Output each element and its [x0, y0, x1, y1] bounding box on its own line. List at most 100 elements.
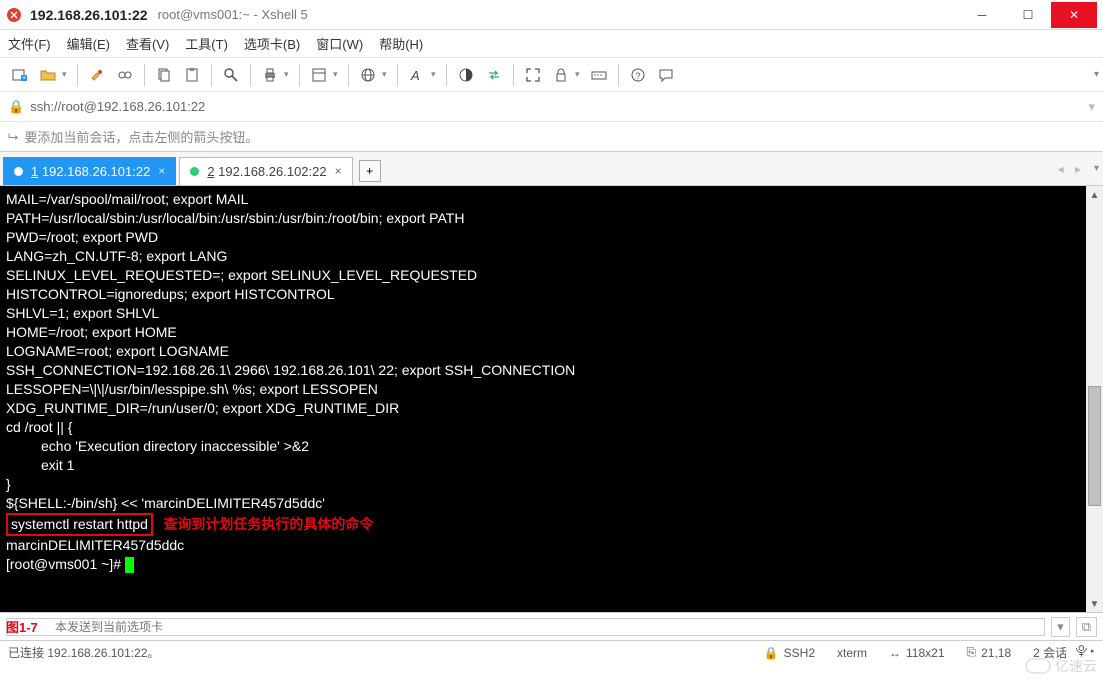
- svg-text:A: A: [410, 68, 420, 83]
- status-connected: 已连接 192.168.26.101:22。: [8, 644, 159, 661]
- terminal-line: MAIL=/var/spool/mail/root; export MAIL: [6, 190, 1097, 209]
- status-size: ↔ 118x21: [889, 646, 944, 660]
- fullscreen-icon[interactable]: [521, 63, 545, 87]
- ssh-lock-icon: 🔒: [8, 99, 24, 115]
- font-icon[interactable]: A: [405, 63, 429, 87]
- cloud-icon: [1025, 658, 1051, 674]
- paste-icon[interactable]: [180, 63, 204, 87]
- window-title: root@vms001:~ - Xshell 5: [158, 7, 308, 22]
- lock-dropdown-icon[interactable]: ▾: [575, 69, 583, 80]
- globe-icon[interactable]: [356, 63, 380, 87]
- status-bar: 已连接 192.168.26.101:22。 🔒SSH2 xterm ↔ 118…: [0, 640, 1103, 664]
- scroll-down-icon[interactable]: ▼: [1086, 595, 1103, 612]
- open-icon[interactable]: [36, 63, 60, 87]
- menu-bar: 文件(F) 编辑(E) 查看(V) 工具(T) 选项卡(B) 窗口(W) 帮助(…: [0, 30, 1103, 58]
- terminal-output[interactable]: MAIL=/var/spool/mail/root; export MAILPA…: [0, 186, 1103, 612]
- tab-status-dot: [14, 167, 23, 176]
- toolbar-overflow-icon[interactable]: ▾: [1094, 69, 1099, 80]
- figure-label: 图1-7: [6, 617, 38, 636]
- app-icon: [6, 7, 22, 23]
- ssh-icon: 🔒: [764, 646, 779, 660]
- search-icon[interactable]: [219, 63, 243, 87]
- toolbar: + ▾ ▾ ▾ ▾ A ▾ ▾ ? ▾: [0, 58, 1103, 92]
- menu-view[interactable]: 查看(V): [126, 34, 169, 53]
- terminal-line: SHLVL=1; export SHLVL: [6, 304, 1097, 323]
- terminal-line: }: [6, 475, 1097, 494]
- hint-bar: ⮡ 要添加当前会话，点击左侧的箭头按钮。: [0, 122, 1103, 152]
- tab-index: 2: [207, 164, 214, 179]
- menu-help[interactable]: 帮助(H): [379, 34, 423, 53]
- svg-text:?: ?: [635, 71, 640, 81]
- menu-edit[interactable]: 编辑(E): [67, 34, 110, 53]
- status-term: xterm: [837, 646, 867, 660]
- terminal-line: LESSOPEN=\|\|/usr/bin/lesspipe.sh\ %s; e…: [6, 380, 1097, 399]
- status-cursor: ⎘ 21,18: [967, 645, 1012, 660]
- tab-close-icon[interactable]: ×: [158, 164, 165, 178]
- terminal-line: SSH_CONNECTION=192.168.26.1\ 2966\ 192.1…: [6, 361, 1097, 380]
- color-icon[interactable]: [454, 63, 478, 87]
- tab-index: 1: [31, 164, 38, 179]
- lock-icon[interactable]: [549, 63, 573, 87]
- terminal-line: marcinDELIMITER457d5ddc: [6, 536, 1097, 555]
- terminal-line: ${SHELL:-/bin/sh} << 'marcinDELIMITER457…: [6, 494, 1097, 513]
- print-dropdown-icon[interactable]: ▾: [284, 69, 292, 80]
- session-tab-2[interactable]: 2 192.168.26.102:22 ×: [179, 157, 352, 185]
- menu-tabs[interactable]: 选项卡(B): [244, 34, 300, 53]
- keyboard-icon[interactable]: [587, 63, 611, 87]
- window-host: 192.168.26.101:22: [30, 7, 148, 23]
- disconnect-icon[interactable]: [113, 63, 137, 87]
- address-overflow-icon[interactable]: ▾: [1088, 99, 1095, 115]
- globe-dropdown-icon[interactable]: ▾: [382, 69, 390, 80]
- svg-text:+: +: [22, 75, 26, 82]
- menu-window[interactable]: 窗口(W): [316, 34, 363, 53]
- new-session-icon[interactable]: +: [8, 63, 32, 87]
- session-tab-1[interactable]: 1 192.168.26.101:22 ×: [3, 157, 176, 185]
- copy-icon[interactable]: [152, 63, 176, 87]
- transfer-icon[interactable]: [482, 63, 506, 87]
- tab-menu-icon[interactable]: ▾: [1094, 163, 1099, 174]
- close-button[interactable]: ✕: [1051, 2, 1097, 28]
- watermark-text: 亿速云: [1055, 656, 1097, 676]
- properties-icon[interactable]: [307, 63, 331, 87]
- terminal-line: PATH=/usr/local/sbin:/usr/local/bin:/usr…: [6, 209, 1097, 228]
- send-bar: 图1-7 ▾ ⧉: [0, 612, 1103, 640]
- hint-arrow-icon[interactable]: ⮡: [8, 129, 18, 145]
- properties-dropdown-icon[interactable]: ▾: [333, 69, 341, 80]
- status-protocol: 🔒SSH2: [764, 646, 815, 660]
- send-popout-icon[interactable]: ⧉: [1076, 617, 1097, 637]
- send-input[interactable]: [6, 618, 1045, 636]
- open-dropdown-icon[interactable]: ▾: [62, 69, 70, 80]
- terminal-line: cd /root || {: [6, 418, 1097, 437]
- connect-icon[interactable]: [85, 63, 109, 87]
- window-buttons: ─ ☐ ✕: [959, 2, 1097, 28]
- scroll-up-icon[interactable]: ▲: [1086, 186, 1103, 203]
- print-icon[interactable]: [258, 63, 282, 87]
- highlighted-command: systemctl restart httpd: [6, 513, 153, 536]
- terminal-line: HOME=/root; export HOME: [6, 323, 1097, 342]
- terminal-line: HISTCONTROL=ignoredups; export HISTCONTR…: [6, 285, 1097, 304]
- address-bar: 🔒 ssh://root@192.168.26.101:22 ▾: [0, 92, 1103, 122]
- terminal-scrollbar[interactable]: ▲ ▼: [1086, 186, 1103, 612]
- watermark: 亿速云: [1025, 656, 1097, 676]
- scroll-thumb[interactable]: [1088, 386, 1101, 506]
- menu-tools[interactable]: 工具(T): [185, 34, 228, 53]
- send-dropdown-icon[interactable]: ▾: [1051, 617, 1070, 637]
- tab-close-icon[interactable]: ×: [335, 164, 342, 178]
- hint-text: 要添加当前会话，点击左侧的箭头按钮。: [24, 127, 258, 146]
- address-url[interactable]: ssh://root@192.168.26.101:22: [30, 99, 205, 114]
- font-dropdown-icon[interactable]: ▾: [431, 69, 439, 80]
- terminal-line: XDG_RUNTIME_DIR=/run/user/0; export XDG_…: [6, 399, 1097, 418]
- terminal-line: PWD=/root; export PWD: [6, 228, 1097, 247]
- help-icon[interactable]: ?: [626, 63, 650, 87]
- chat-icon[interactable]: [654, 63, 678, 87]
- menu-file[interactable]: 文件(F): [8, 34, 51, 53]
- add-tab-button[interactable]: +: [359, 160, 381, 182]
- terminal-line: echo 'Execution directory inaccessible' …: [6, 437, 1097, 456]
- minimize-button[interactable]: ─: [959, 2, 1005, 28]
- tab-nav-arrows[interactable]: ◂ ▸: [1058, 162, 1085, 176]
- terminal-line: exit 1: [6, 456, 1097, 475]
- maximize-button[interactable]: ☐: [1005, 2, 1051, 28]
- tab-bar: 1 192.168.26.101:22 × 2 192.168.26.102:2…: [0, 152, 1103, 186]
- title-bar: 192.168.26.101:22 root@vms001:~ - Xshell…: [0, 0, 1103, 30]
- terminal-cursor: [125, 557, 134, 573]
